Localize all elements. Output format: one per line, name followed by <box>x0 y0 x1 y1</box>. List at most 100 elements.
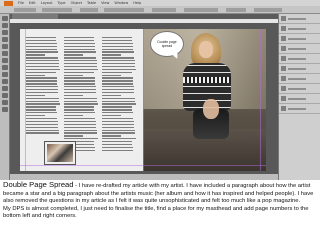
text-line <box>64 37 94 39</box>
options-field[interactable] <box>14 8 36 12</box>
panel-character-styles[interactable] <box>279 94 320 104</box>
text-line <box>102 135 121 137</box>
speech-bubble[interactable]: Double page spread <box>150 31 184 57</box>
text-line <box>26 74 45 76</box>
character-styles-icon <box>281 96 286 101</box>
text-line <box>26 63 59 65</box>
text-column[interactable] <box>64 37 98 157</box>
text-line <box>102 60 135 62</box>
text-line <box>102 149 133 152</box>
pencil-tool-icon[interactable] <box>2 51 8 56</box>
text-line <box>64 126 97 128</box>
panel-links[interactable] <box>279 34 320 44</box>
text-line <box>102 68 136 71</box>
options-field[interactable] <box>152 8 176 12</box>
text-line <box>26 77 57 79</box>
panel-effects[interactable] <box>279 104 320 114</box>
text-column[interactable] <box>26 37 60 157</box>
text-line <box>102 86 134 88</box>
options-field[interactable] <box>80 8 98 12</box>
scissors-tool-icon[interactable] <box>2 72 8 77</box>
hand-tool-icon[interactable] <box>2 93 8 98</box>
text-line <box>26 106 56 108</box>
text-line <box>102 74 121 76</box>
text-line <box>64 83 96 85</box>
text-line <box>102 89 134 91</box>
text-line <box>26 65 60 68</box>
text-line <box>64 112 95 114</box>
text-line <box>64 106 94 108</box>
panel-text-wrap[interactable] <box>279 74 320 84</box>
text-line <box>64 94 83 97</box>
text-line <box>64 117 96 120</box>
fill-stroke-icon[interactable] <box>2 107 8 112</box>
text-line <box>26 112 57 114</box>
text-line <box>26 132 59 134</box>
text-line <box>26 39 57 42</box>
panel-label-bar <box>288 77 306 80</box>
text-line <box>102 37 132 39</box>
text-line <box>102 126 135 128</box>
text-line <box>26 54 45 56</box>
transform-tool-icon[interactable] <box>2 79 8 84</box>
options-field[interactable] <box>184 8 218 12</box>
zoom-tool-icon[interactable] <box>2 100 8 105</box>
text-line <box>102 42 133 45</box>
text-line <box>64 103 98 105</box>
margin-guide <box>260 29 261 171</box>
text-line <box>64 42 95 45</box>
selection-tool-icon[interactable] <box>2 16 8 21</box>
panel-layers[interactable] <box>279 24 320 34</box>
caption-body-2: My DPS is almost completed, I just need … <box>3 205 309 220</box>
gradient-tool-icon[interactable] <box>2 86 8 91</box>
panel-stroke[interactable] <box>279 44 320 54</box>
type-tool-icon[interactable] <box>2 37 8 42</box>
text-line <box>26 115 45 117</box>
text-line <box>26 100 60 102</box>
text-wrap-icon <box>281 76 286 81</box>
text-line <box>64 54 83 56</box>
inset-image-frame[interactable] <box>44 141 76 165</box>
direct-selection-tool-icon[interactable] <box>2 23 8 28</box>
text-line <box>64 71 94 73</box>
text-line <box>26 89 58 91</box>
left-page[interactable] <box>20 29 143 171</box>
rectangle-frame-tool-icon[interactable] <box>2 58 8 63</box>
color-icon <box>281 56 286 61</box>
panel-swatches[interactable] <box>279 64 320 74</box>
panel-color[interactable] <box>279 54 320 64</box>
text-line <box>102 63 135 65</box>
text-line <box>102 138 136 140</box>
text-line <box>64 100 98 102</box>
pen-tool-icon[interactable] <box>2 44 8 49</box>
spine-guide <box>143 29 144 171</box>
options-field[interactable] <box>42 8 72 12</box>
page-tool-icon[interactable] <box>2 30 8 35</box>
text-line <box>102 112 133 114</box>
panel-pages[interactable] <box>279 14 320 24</box>
double-page-spread[interactable]: Double page spread <box>20 29 266 171</box>
options-field[interactable] <box>226 8 246 12</box>
rectangle-tool-icon[interactable] <box>2 65 8 70</box>
text-column[interactable] <box>102 37 136 157</box>
text-line <box>26 80 57 82</box>
right-page-photo[interactable]: Double page spread <box>143 29 266 171</box>
text-line <box>102 132 135 134</box>
options-field[interactable] <box>104 8 144 12</box>
panel-paragraph-styles[interactable] <box>279 84 320 94</box>
text-line <box>26 71 56 73</box>
text-line <box>64 80 95 82</box>
text-line <box>64 109 95 111</box>
panel-label-bar <box>288 97 306 100</box>
options-field[interactable] <box>254 8 282 12</box>
text-line <box>26 48 58 50</box>
app-logo-icon[interactable] <box>4 0 13 6</box>
text-line <box>26 86 58 88</box>
panel-label-bar <box>288 87 306 90</box>
text-line <box>102 39 133 42</box>
text-line <box>102 97 135 99</box>
text-line <box>64 57 97 59</box>
docked-panels <box>278 14 320 180</box>
text-line <box>26 83 58 85</box>
text-line <box>64 138 98 140</box>
